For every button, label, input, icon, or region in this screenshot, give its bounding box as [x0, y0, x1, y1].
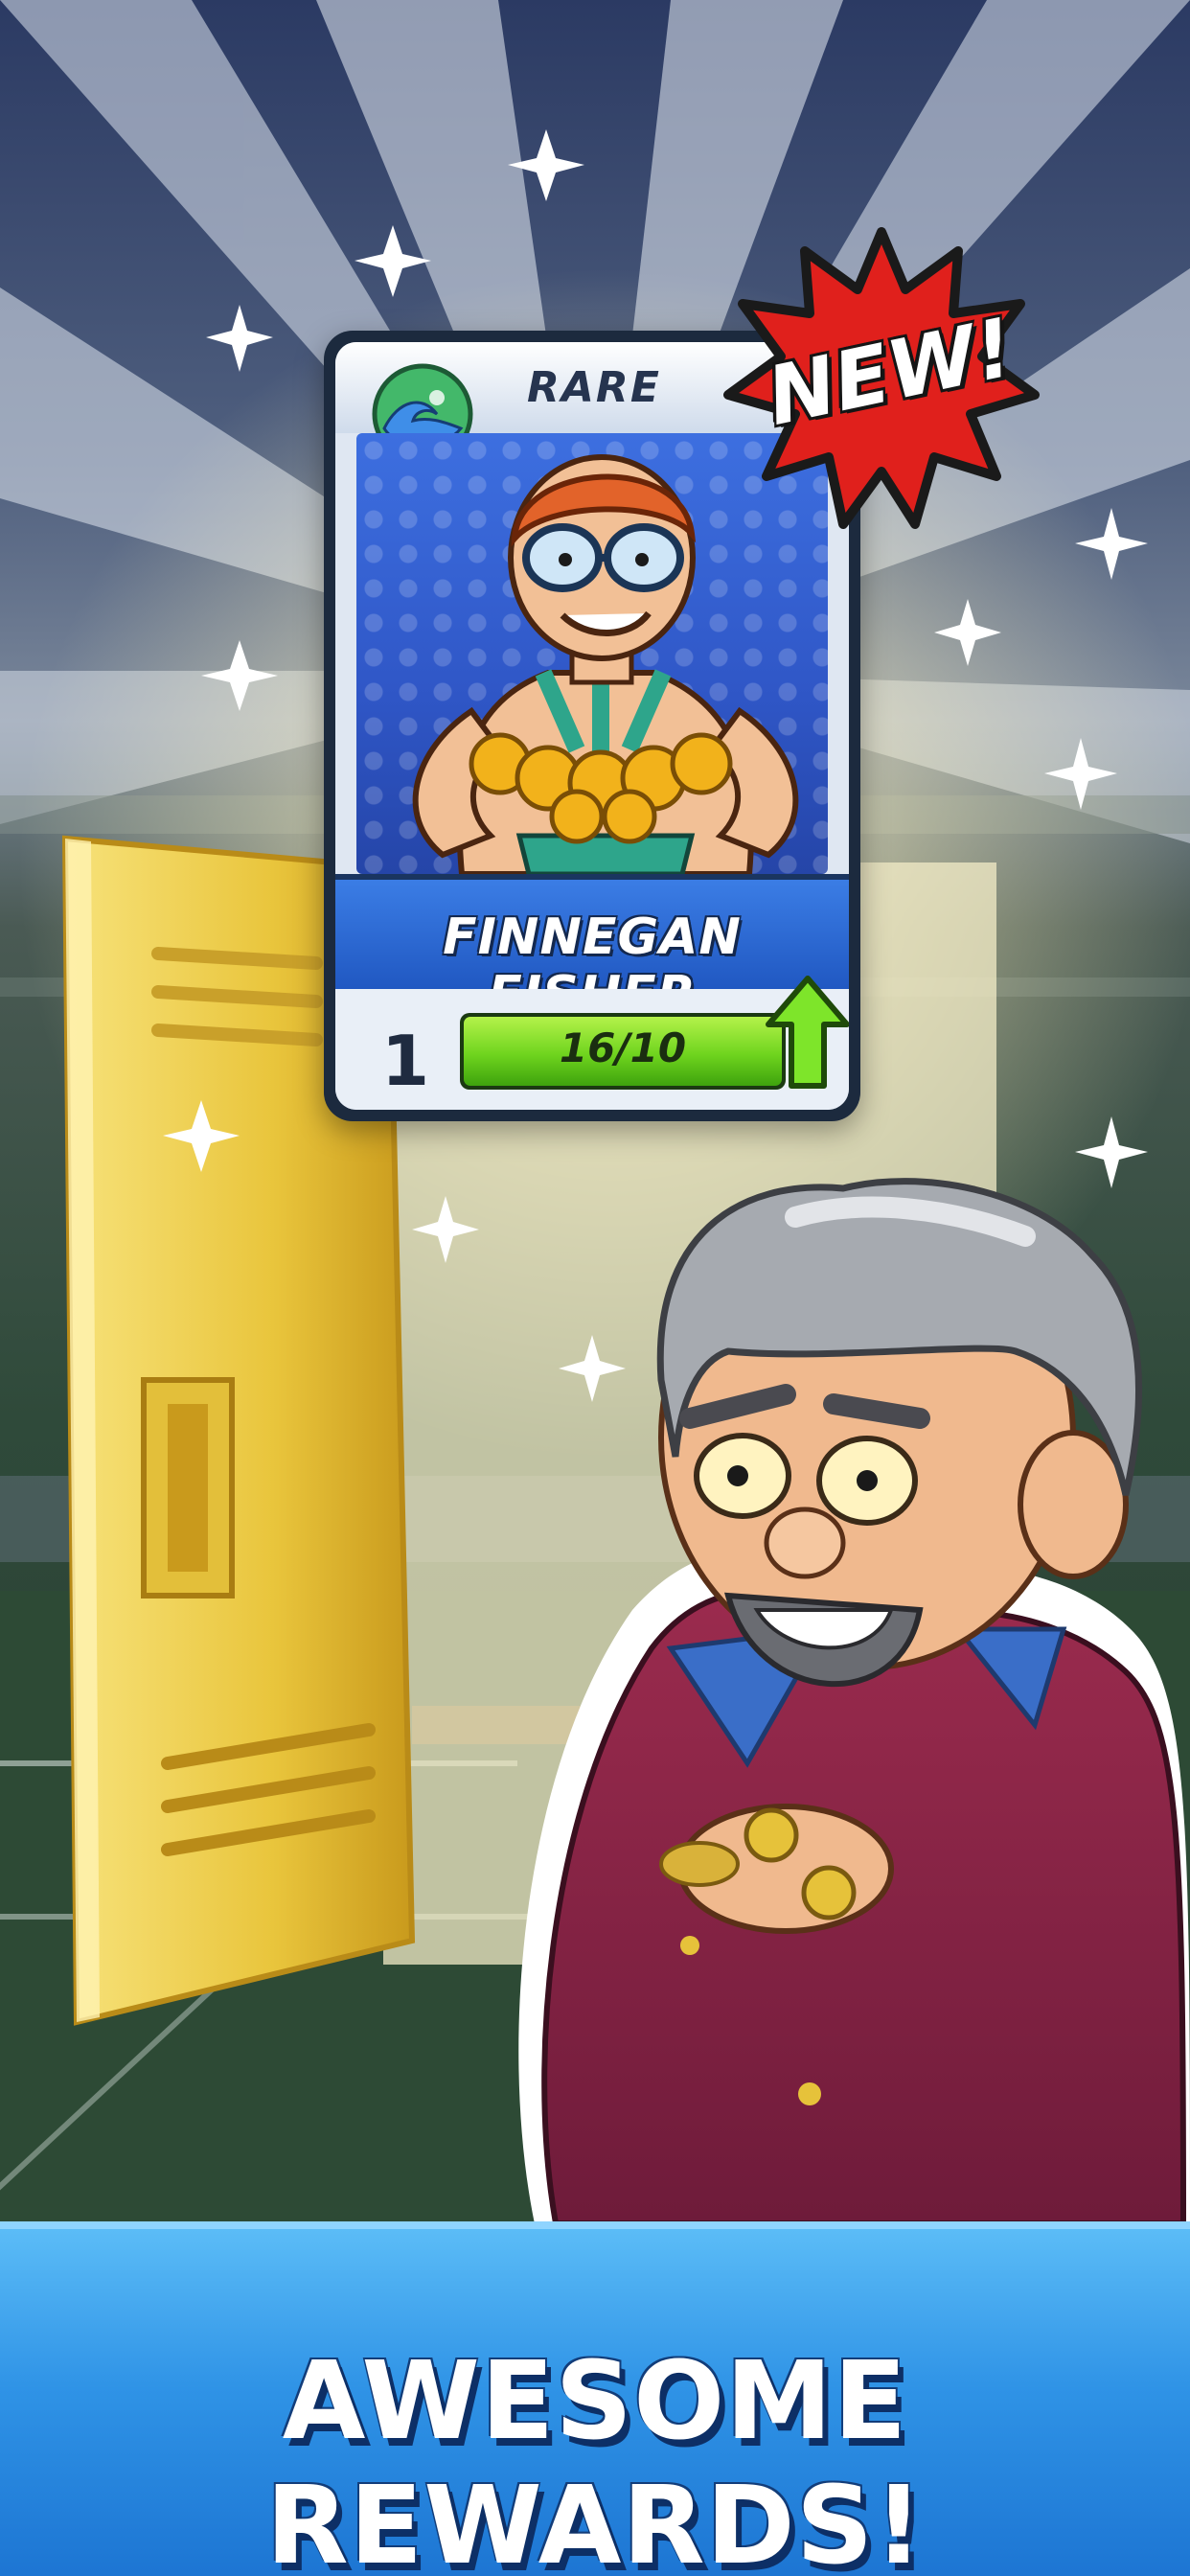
- card-progress-text: 16/10: [559, 1024, 687, 1071]
- banner-title: AWESOME REWARDS!: [265, 2339, 925, 2576]
- promo-banner: AWESOME REWARDS!: [0, 2221, 1190, 2576]
- card-progress-bar: 16/10: [460, 1013, 786, 1090]
- upgrade-arrow-icon[interactable]: [765, 975, 849, 1093]
- player-level: 1: [381, 1021, 430, 1101]
- game-scene: RARE FINNEGAN 1 16/10 NEW! AWESOME REWAR…: [0, 0, 1190, 2576]
